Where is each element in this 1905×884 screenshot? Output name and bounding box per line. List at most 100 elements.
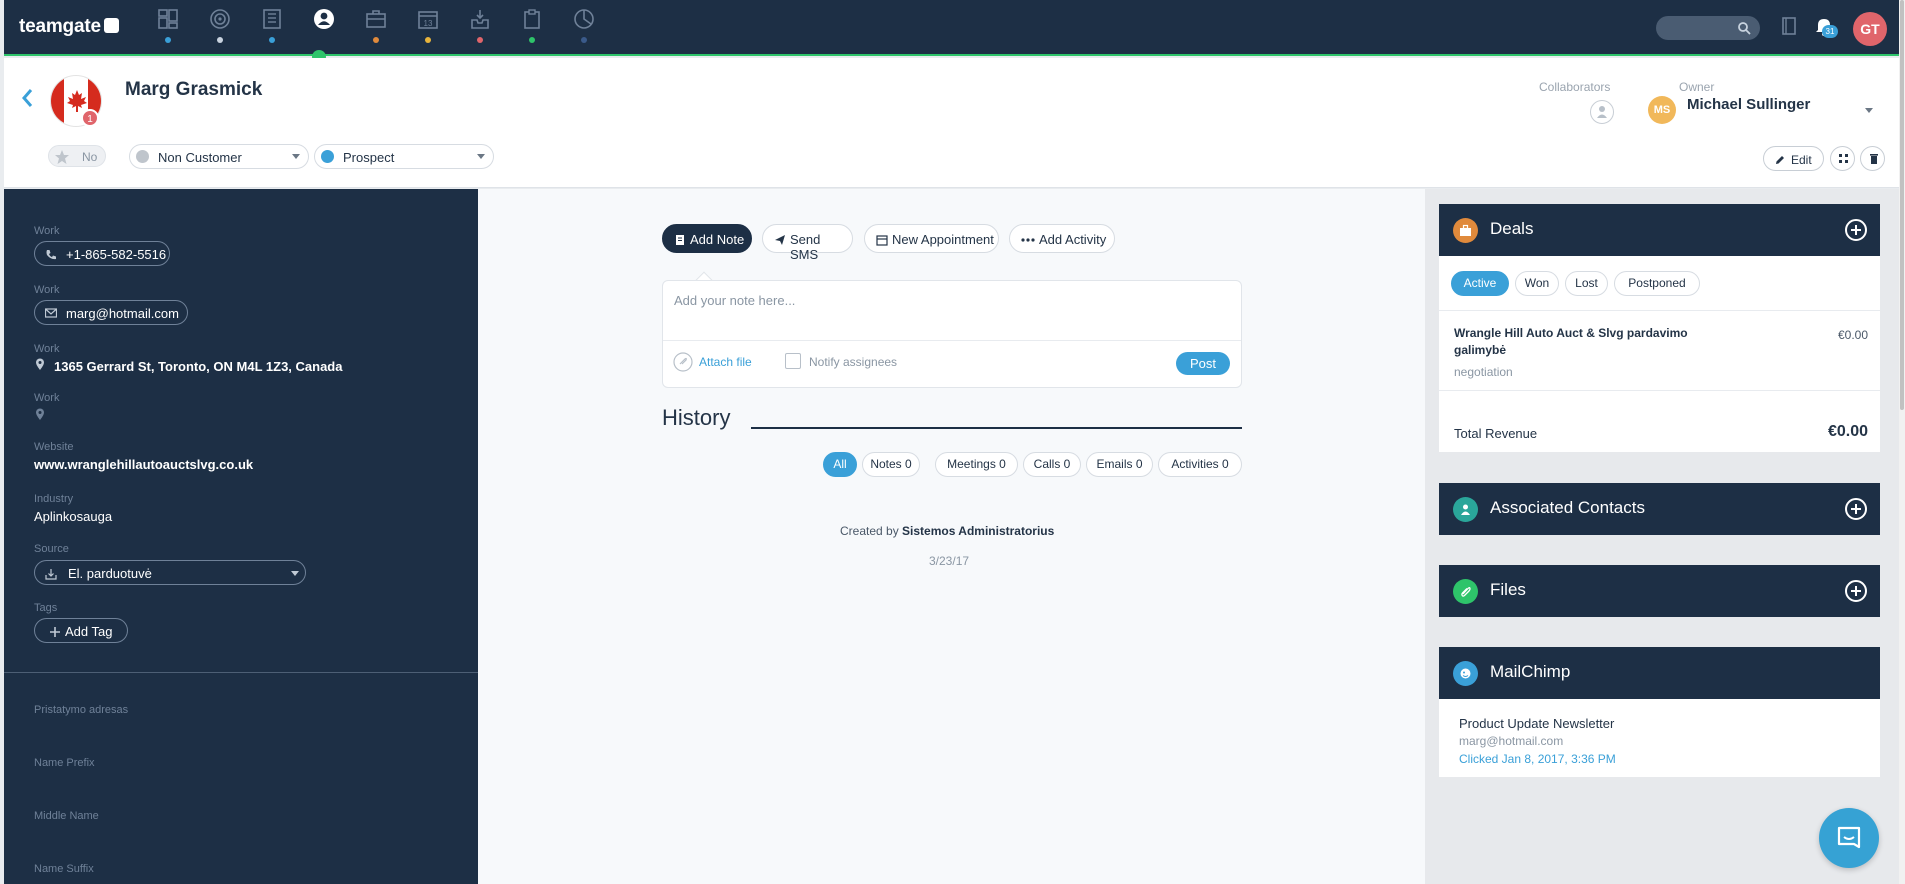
filter-all[interactable]: All <box>823 452 857 477</box>
person-icon <box>1461 504 1470 515</box>
nav-deals[interactable] <box>358 6 394 46</box>
grid-menu-button[interactable] <box>1830 146 1855 171</box>
website-link[interactable]: www.wranglehillautoauctslvg.co.uk <box>34 457 253 472</box>
status-dot <box>136 150 149 163</box>
nav-companies[interactable] <box>254 6 290 46</box>
mailchimp-campaign[interactable]: Product Update Newsletter <box>1459 716 1614 731</box>
favorite-label: No <box>82 150 98 164</box>
mailchimp-card-body: Product Update Newsletter marg@hotmail.c… <box>1439 699 1880 777</box>
scrollbar-thumb[interactable] <box>1900 0 1904 410</box>
briefcase-icon <box>1460 224 1471 236</box>
industry-label: Industry <box>34 493 74 505</box>
nav-inbox[interactable] <box>462 6 498 46</box>
add-deal-button[interactable] <box>1845 219 1867 241</box>
add-associated-contact-button[interactable] <box>1845 498 1867 520</box>
add-collaborator-button[interactable] <box>1590 100 1614 124</box>
status-dot <box>321 150 334 163</box>
nav-reports[interactable] <box>566 6 602 46</box>
new-appointment-button[interactable]: New Appointment <box>864 224 999 253</box>
extra-field-label[interactable]: Middle Name <box>34 810 99 822</box>
phone-label: Work <box>34 225 60 237</box>
note-input[interactable]: Add your note here... <box>674 293 795 308</box>
phone-pill[interactable]: +1-865-582-5516 <box>34 241 170 266</box>
edit-button[interactable]: Edit <box>1763 146 1824 171</box>
search-icon <box>1738 22 1751 35</box>
nav-indicator-dot <box>165 37 171 43</box>
filter-notes[interactable]: Notes 0 <box>862 452 920 477</box>
nav-contacts[interactable] <box>306 6 342 46</box>
favorite-toggle[interactable]: No <box>48 145 106 167</box>
contact-name: Marg Grasmick <box>125 79 263 100</box>
plus-icon <box>50 627 60 637</box>
email-pill[interactable]: marg@hotmail.com <box>34 300 188 325</box>
filter-emails[interactable]: Emails 0 <box>1086 452 1153 477</box>
search-input[interactable] <box>1656 16 1760 40</box>
contacts-badge <box>1453 497 1478 522</box>
phonebook-icon[interactable] <box>1781 16 1797 36</box>
chat-widget-button[interactable] <box>1819 808 1879 868</box>
source-dropdown[interactable]: El. parduotuvė <box>34 560 306 585</box>
address-value[interactable]: 1365 Gerrard St, Toronto, ON M4L 1Z3, Ca… <box>54 359 342 374</box>
owner-label: Owner <box>1679 80 1715 94</box>
deals-tab-lost[interactable]: Lost <box>1565 271 1608 296</box>
clipboard-icon <box>524 9 540 29</box>
deals-badge <box>1453 218 1478 243</box>
nav-leads[interactable] <box>202 6 238 46</box>
checkbox[interactable] <box>785 353 801 369</box>
inbox-icon <box>471 10 489 29</box>
extra-field-label[interactable]: Name Prefix <box>34 757 95 769</box>
owner-name[interactable]: Michael Sullinger <box>1687 96 1810 113</box>
deals-tab-postponed[interactable]: Postponed <box>1614 271 1700 296</box>
lead-status-dropdown[interactable]: Prospect <box>314 144 494 169</box>
dashboard-icon <box>158 9 178 29</box>
avatar-count-badge: 1 <box>81 109 99 127</box>
nav-activities[interactable] <box>514 6 550 46</box>
chevron-down-icon[interactable] <box>1865 108 1873 113</box>
notify-assignees-label: Notify assignees <box>809 355 898 369</box>
teamgate-logo[interactable]: teamgate <box>19 16 119 38</box>
deals-tab-won[interactable]: Won <box>1515 271 1559 296</box>
email-value: marg@hotmail.com <box>66 306 179 321</box>
customer-status-value: Non Customer <box>158 150 242 165</box>
filter-meetings[interactable]: Meetings 0 <box>935 452 1018 477</box>
deal-name[interactable]: Wrangle Hill Auto Auct & Slvg pardavimo … <box>1454 325 1722 359</box>
top-navigation-bar: teamgate 13 31 GT <box>4 0 1899 56</box>
send-sms-label: Send SMS <box>790 232 821 262</box>
pencil-icon <box>1776 156 1784 164</box>
created-by-prefix: Created by <box>840 524 899 538</box>
add-note-button[interactable]: Add Note <box>662 224 752 253</box>
source-label: Source <box>34 543 69 555</box>
page-scrollbar[interactable] <box>1899 0 1905 884</box>
deals-tab-active[interactable]: Active <box>1451 271 1509 296</box>
nav-indicator-dot <box>477 37 483 43</box>
mailchimp-title: MailChimp <box>1490 662 1571 681</box>
filter-calls[interactable]: Calls 0 <box>1023 452 1081 477</box>
delete-button[interactable] <box>1860 146 1885 171</box>
attach-file-button[interactable]: Attach file <box>673 352 758 372</box>
add-file-button[interactable] <box>1845 580 1867 602</box>
nav-indicator-dot <box>581 37 587 43</box>
phone-value: +1-865-582-5516 <box>66 247 167 262</box>
back-chevron-icon[interactable] <box>18 86 38 110</box>
customer-status-dropdown[interactable]: Non Customer <box>129 144 309 169</box>
chevron-down-icon <box>477 154 485 159</box>
files-title: Files <box>1490 580 1526 599</box>
chat-icon <box>1837 826 1861 849</box>
tags-label: Tags <box>34 602 58 614</box>
extra-field-label[interactable]: Pristatymo adresas <box>34 704 128 716</box>
add-tag-button[interactable]: Add Tag <box>34 618 128 643</box>
associated-contacts-header: Associated Contacts <box>1439 483 1880 535</box>
user-avatar[interactable]: GT <box>1853 12 1887 46</box>
send-sms-button[interactable]: Send SMS <box>762 224 853 262</box>
post-button[interactable]: Post <box>1176 352 1230 375</box>
location-pin-icon <box>36 358 44 370</box>
new-appointment-label: New Appointment <box>892 232 994 247</box>
filter-activities[interactable]: Activities 0 <box>1158 452 1242 477</box>
add-activity-button[interactable]: Add Activity <box>1009 224 1115 253</box>
plus-icon <box>1851 225 1861 235</box>
industry-value: Aplinkosauga <box>34 509 113 524</box>
nav-calendar[interactable]: 13 <box>410 6 446 46</box>
extra-field-label[interactable]: Name Suffix <box>34 863 94 875</box>
nav-dashboard[interactable] <box>150 6 186 46</box>
address-label: Work <box>34 343 60 355</box>
